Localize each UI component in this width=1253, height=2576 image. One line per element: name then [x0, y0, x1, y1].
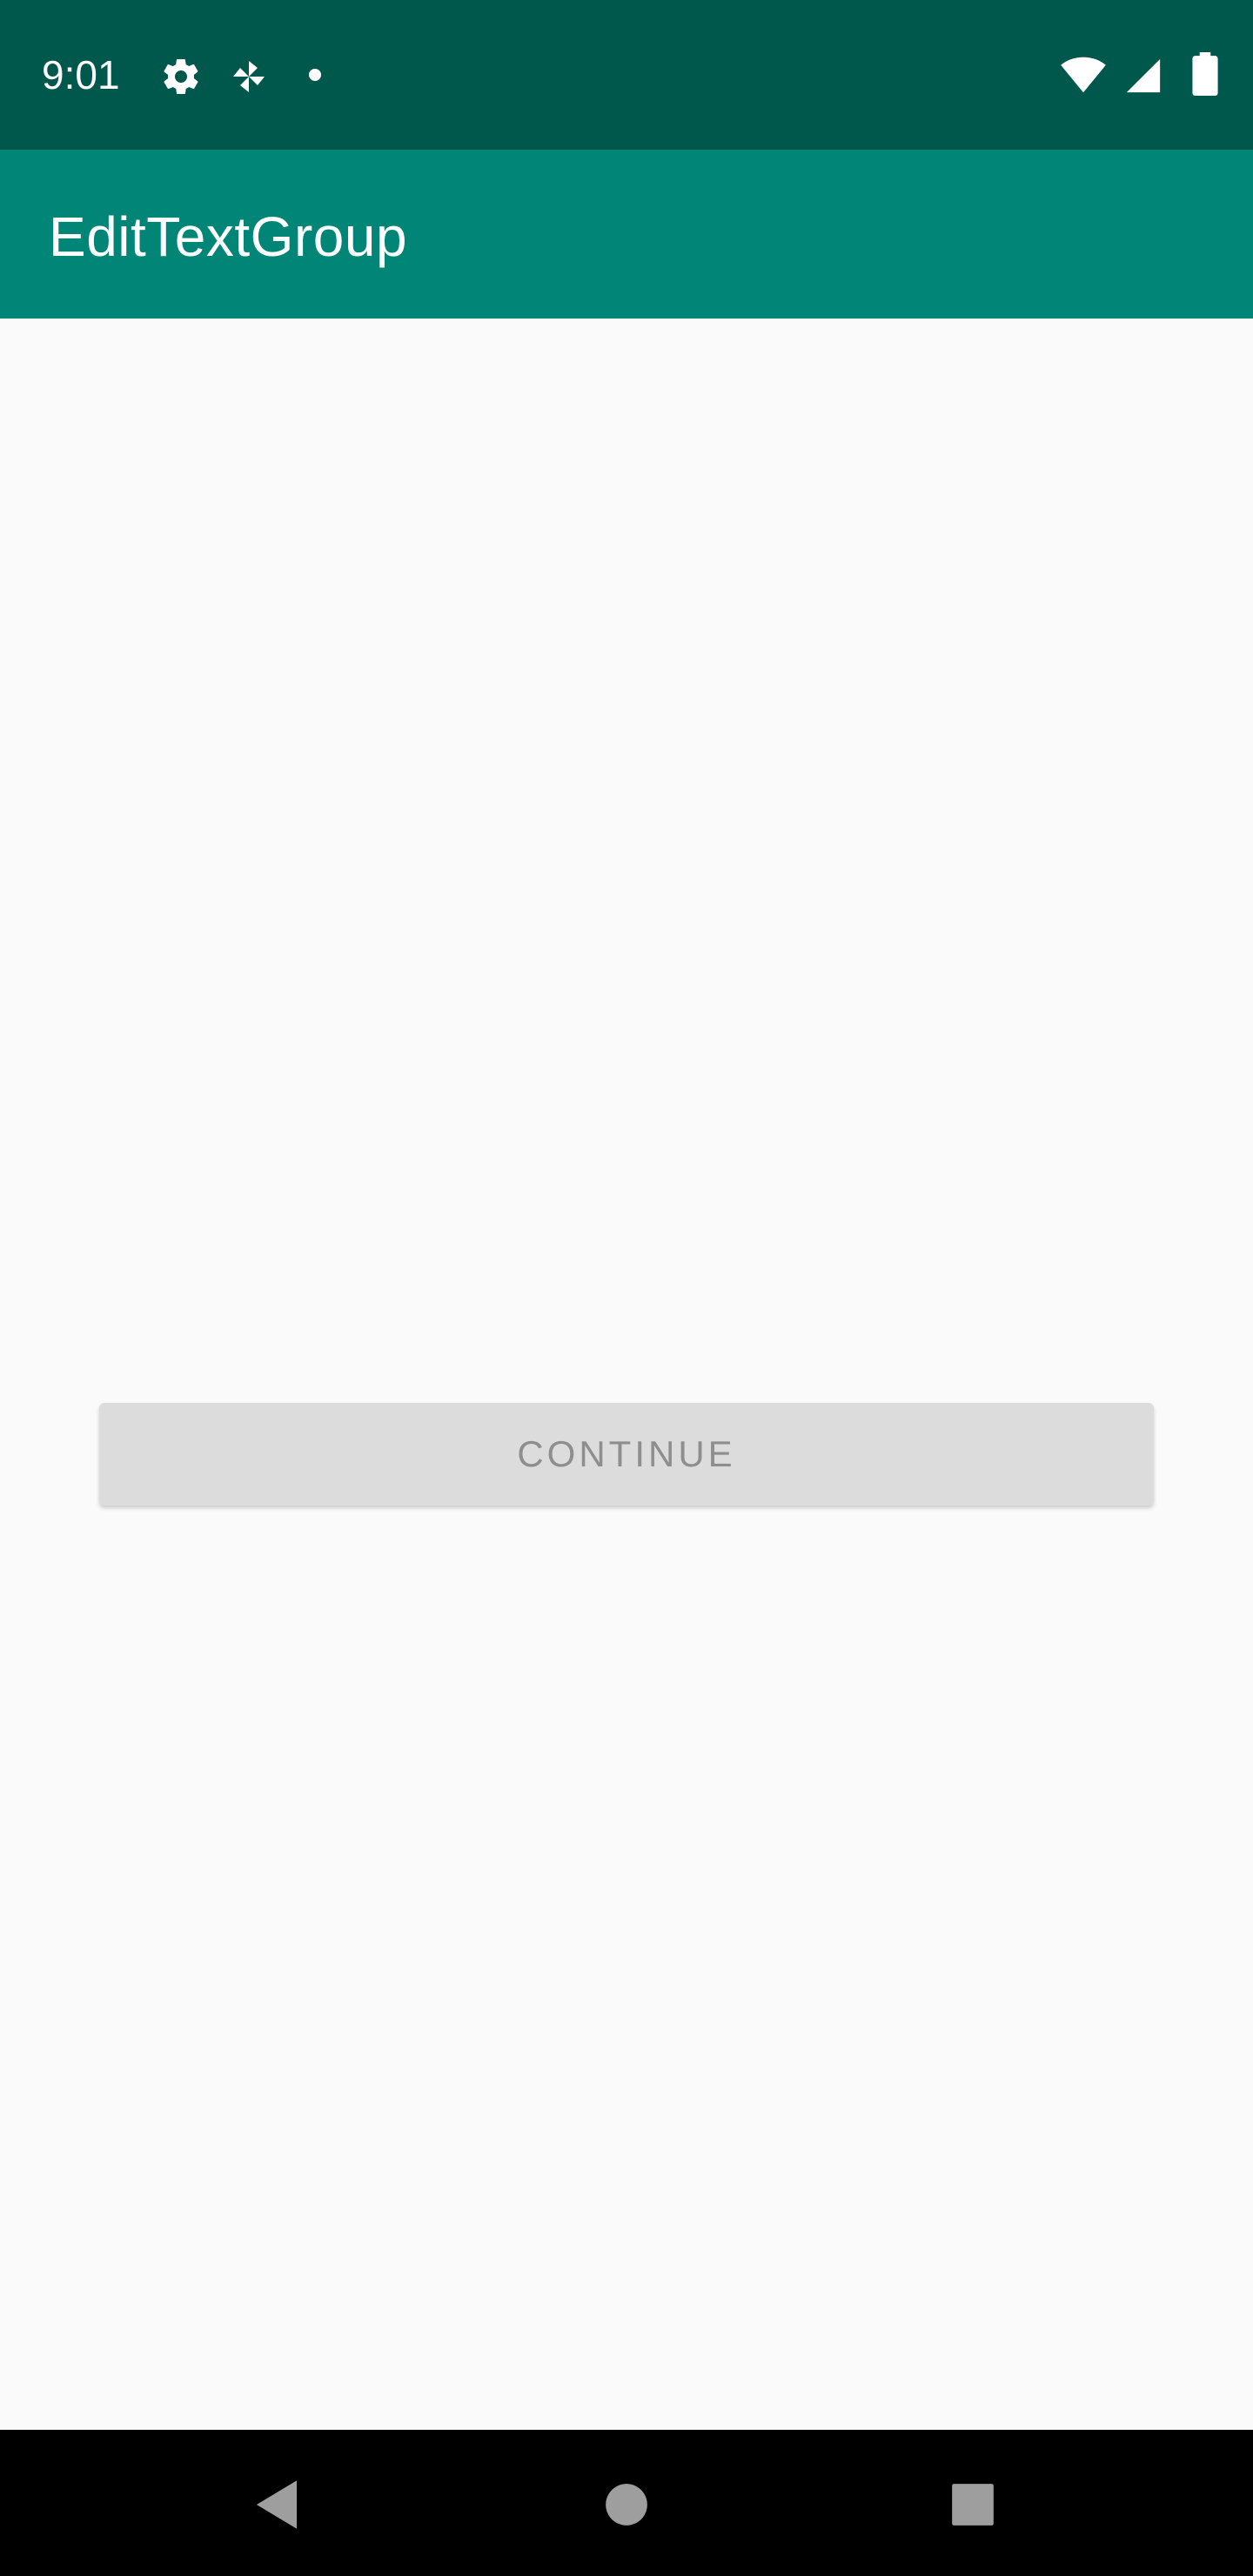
continue-button[interactable]: CONTINUE — [99, 1403, 1154, 1506]
recents-icon — [950, 2482, 995, 2532]
back-button[interactable] — [242, 2472, 312, 2541]
main-content: CONTINUE — [0, 319, 1253, 2430]
app-title: EditTextGroup — [49, 205, 408, 268]
status-bar: 9:01 — [0, 0, 1253, 150]
back-icon — [252, 2479, 301, 2535]
home-button[interactable] — [592, 2472, 661, 2541]
notification-dot-icon — [306, 66, 324, 88]
navigation-bar — [0, 2430, 1253, 2576]
pinwheel-icon — [228, 56, 270, 102]
recents-button[interactable] — [938, 2472, 1008, 2541]
app-bar: EditTextGroup — [0, 150, 1253, 319]
cellular-signal-icon — [1122, 56, 1164, 100]
wifi-icon — [1060, 54, 1107, 100]
battery-icon — [1192, 52, 1218, 100]
gear-icon — [160, 56, 202, 102]
home-icon — [604, 2482, 649, 2532]
status-time: 9:01 — [42, 52, 120, 97]
